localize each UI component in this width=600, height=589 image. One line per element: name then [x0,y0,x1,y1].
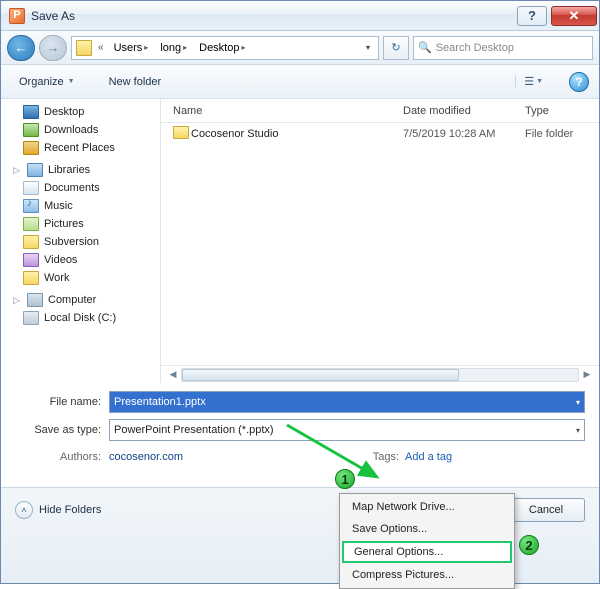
sidebar-item-videos[interactable]: Videos [5,251,160,269]
cancel-button[interactable]: Cancel [507,498,585,522]
chevron-up-icon: ˄ [15,501,33,519]
file-name: Cocosenor Studio [191,128,403,140]
menu-compress-pictures[interactable]: Compress Pictures... [342,564,512,586]
scroll-left-icon[interactable]: ◀ [165,369,181,380]
search-placeholder: Search Desktop [436,42,514,54]
window-title: Save As [31,9,513,23]
folder-icon [76,40,92,56]
column-headers[interactable]: Name Date modified Type [161,99,599,123]
annotation-1: 1 [335,469,355,489]
file-date: 7/5/2019 10:28 AM [403,128,525,140]
filename-input[interactable]: Presentation1.pptx▾ [109,391,585,413]
hide-folders-button[interactable]: ˄ Hide Folders [15,501,101,519]
address-bar: ← → « Users▸ long▸ Desktop▸ ▾ ↻ 🔍 Search… [1,31,599,65]
sidebar-item-localdisk[interactable]: Local Disk (C:) [5,309,160,327]
menu-map-drive[interactable]: Map Network Drive... [342,496,512,518]
authors-label: Authors: [15,451,109,463]
tags-field[interactable]: Add a tag [405,451,585,463]
sidebar-item-downloads[interactable]: Downloads [5,121,160,139]
tags-label: Tags: [355,451,405,463]
sidebar-item-documents[interactable]: Documents [5,179,160,197]
sidebar-item-subversion[interactable]: Subversion [5,233,160,251]
col-date[interactable]: Date modified [403,105,525,117]
file-type: File folder [525,128,599,140]
back-button[interactable]: ← [7,35,35,61]
search-icon: 🔍 [418,41,432,54]
refresh-button[interactable]: ↻ [383,36,409,60]
folder-icon [173,126,189,139]
breadcrumb-dropdown-icon[interactable]: ▾ [360,43,376,52]
sidebar-item-libraries[interactable]: ▷Libraries [5,161,160,179]
sidebar-item-computer[interactable]: ▷Computer [5,291,160,309]
crumb-long[interactable]: long▸ [154,37,193,59]
command-bar: Organize▼ New folder ☰▼ ? [1,65,599,99]
help-icon[interactable]: ? [569,72,589,92]
view-button[interactable]: ☰▼ [515,75,543,88]
forward-button[interactable]: → [39,35,67,61]
view-icon: ☰ [524,75,534,88]
organize-button[interactable]: Organize▼ [11,73,83,91]
sidebar-item-pictures[interactable]: Pictures [5,215,160,233]
chevron-down-icon[interactable]: ▾ [576,426,580,435]
col-type[interactable]: Type [525,105,599,117]
scroll-right-icon[interactable]: ▶ [579,369,595,380]
sidebar-item-music[interactable]: Music [5,197,160,215]
list-item[interactable]: Cocosenor Studio 7/5/2019 10:28 AM File … [161,123,599,145]
new-folder-button[interactable]: New folder [101,73,170,91]
crumb-users[interactable]: Users▸ [108,37,155,59]
sidebar-item-recent[interactable]: Recent Places [5,139,160,157]
savetype-label: Save as type: [15,424,109,436]
menu-save-options[interactable]: Save Options... [342,518,512,540]
col-name[interactable]: Name [173,105,403,117]
crumb-desktop[interactable]: Desktop▸ [193,37,251,59]
scroll-thumb[interactable] [182,369,459,381]
sidebar-item-work[interactable]: Work [5,269,160,287]
menu-general-options[interactable]: General Options... [342,541,512,563]
horizontal-scrollbar[interactable]: ◀ ▶ [161,365,599,383]
title-bar: P Save As ? ✕ [1,1,599,31]
navigation-pane[interactable]: Desktop Downloads Recent Places ▷Librari… [1,99,161,383]
annotation-2: 2 [519,535,539,555]
file-list[interactable]: Name Date modified Type Cocosenor Studio… [161,99,599,383]
chevron-double-icon[interactable]: « [94,42,108,53]
filename-label: File name: [15,396,109,408]
chevron-down-icon[interactable]: ▾ [576,398,580,407]
search-input[interactable]: 🔍 Search Desktop [413,36,593,60]
tools-menu: Map Network Drive... Save Options... Gen… [339,493,515,589]
close-button[interactable]: ✕ [551,6,597,26]
authors-field[interactable]: cocosenor.com [109,451,183,463]
savetype-dropdown[interactable]: PowerPoint Presentation (*.pptx)▾ [109,419,585,441]
help-button[interactable]: ? [517,6,547,26]
breadcrumb[interactable]: « Users▸ long▸ Desktop▸ ▾ [71,36,379,60]
powerpoint-icon: P [9,8,25,24]
sidebar-item-desktop[interactable]: Desktop [5,103,160,121]
